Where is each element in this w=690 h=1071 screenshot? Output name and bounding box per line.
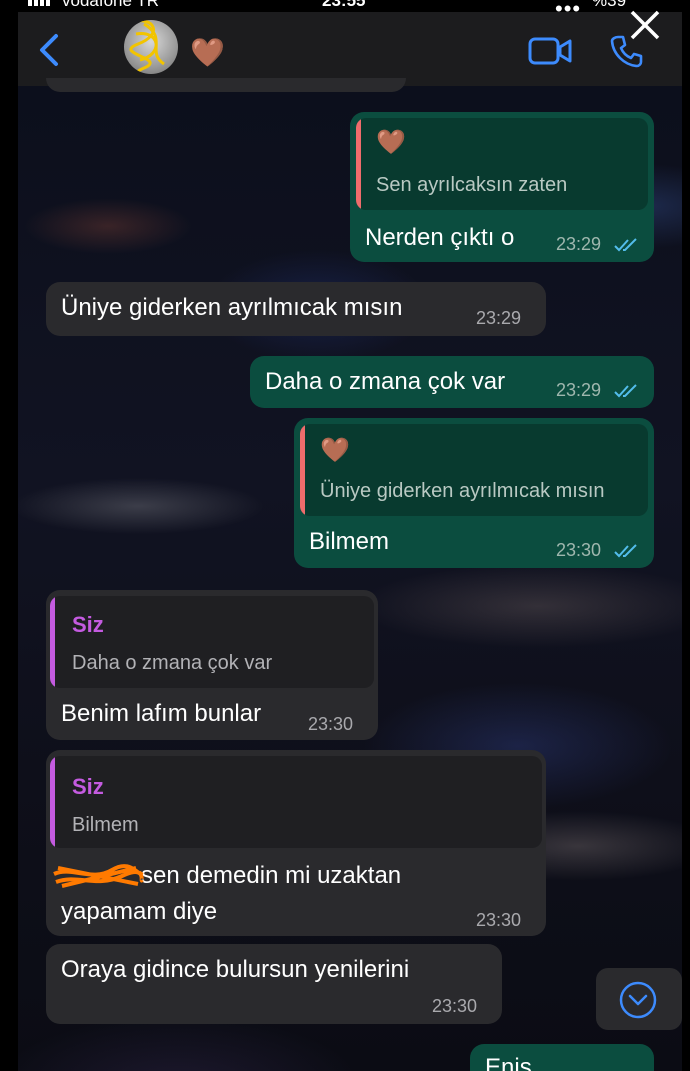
message-bubble-partial: [46, 78, 406, 92]
message-time: 23:30: [476, 910, 522, 930]
read-receipt-icon: [614, 238, 637, 252]
quote-bar: [300, 424, 305, 516]
message-bubble-incoming[interactable]: Siz Daha o zmana çok var Benim lafım bun…: [46, 590, 378, 740]
chat-header: 🤎: [18, 12, 682, 86]
message-time: 23:30: [556, 540, 602, 560]
battery-percent: %39: [592, 0, 627, 10]
scroll-to-bottom-button[interactable]: [596, 968, 682, 1030]
message-text-line: sen demedin mi uzaktan: [141, 862, 402, 889]
screen-edge: [682, 0, 690, 1071]
message-text: Daha o zmana çok var: [265, 368, 506, 395]
message-bubble-incoming[interactable]: Siz Bilmem sen demedin mi uzaktan yapama…: [46, 750, 546, 936]
message-time: 23:29: [556, 380, 602, 400]
status-bar: vodafone TR 23:55 ••• %39: [0, 0, 690, 21]
contact-name[interactable]: 🤎: [190, 36, 225, 69]
quoted-message[interactable]: Siz Daha o zmana çok var: [50, 596, 374, 688]
screen-edge: [0, 0, 18, 1071]
contact-avatar[interactable]: [124, 20, 178, 74]
quote-text: Daha o zmana çok var: [72, 652, 273, 674]
redacted-name-scribble: [53, 864, 144, 888]
message-bubble-outgoing[interactable]: 🤎 Üniye giderken ayrılmıcak mısın Bilmem…: [294, 418, 654, 568]
message-text: Enis: [485, 1054, 532, 1071]
close-button[interactable]: [624, 4, 664, 49]
message-bubble-incoming[interactable]: Üniye giderken ayrılmıcak mısın 23:29: [46, 282, 546, 336]
message-time: 23:29: [476, 308, 522, 328]
quote-text: Sen ayrılcaksın zaten: [376, 174, 568, 196]
quoted-message[interactable]: 🤎 Üniye giderken ayrılmıcak mısın: [300, 424, 648, 516]
video-camera-icon: [528, 37, 572, 65]
read-receipt-icon: [614, 384, 637, 398]
message-text: Üniye giderken ayrılmıcak mısın: [61, 294, 403, 321]
quote-author: Siz: [72, 774, 104, 799]
quote-text: Bilmem: [72, 814, 139, 836]
close-icon: [630, 10, 660, 40]
quoted-message[interactable]: 🤎 Sen ayrılcaksın zaten: [356, 118, 648, 210]
message-text: Nerden çıktı o: [365, 224, 515, 251]
chevron-left-icon: [40, 34, 58, 66]
message-text-line: yapamam diye: [61, 898, 218, 925]
message-text: Bilmem: [309, 528, 390, 555]
quote-author-emoji: 🤎: [320, 437, 350, 464]
quote-bar: [50, 596, 55, 688]
message-time: 23:30: [308, 714, 354, 734]
message-time: 23:30: [432, 996, 478, 1016]
message-bubble-incoming[interactable]: Oraya gidince bulursun yenilerini 23:30: [46, 944, 502, 1024]
quote-bar: [50, 756, 55, 848]
message-bubble-outgoing[interactable]: Enis: [470, 1044, 654, 1071]
carrier-name: vodafone TR: [62, 0, 160, 10]
back-button[interactable]: [38, 32, 60, 73]
signal-icon: [28, 0, 54, 11]
chevron-down-circle-icon: [619, 981, 657, 1019]
video-call-button[interactable]: [528, 36, 572, 71]
message-time: 23:29: [556, 234, 602, 254]
message-bubble-outgoing[interactable]: Daha o zmana çok var 23:29: [250, 356, 654, 408]
status-time: 23:55: [322, 0, 366, 10]
message-bubble-outgoing[interactable]: 🤎 Sen ayrılcaksın zaten Nerden çıktı o 2…: [350, 112, 654, 262]
quote-author: Siz: [72, 612, 104, 637]
message-text: Oraya gidince bulursun yenilerini: [61, 956, 410, 983]
read-receipt-icon: [614, 544, 637, 558]
quote-bar: [356, 118, 361, 210]
scribble-redaction-icon: [129, 20, 165, 74]
quoted-message[interactable]: Siz Bilmem: [50, 756, 542, 848]
quote-author-emoji: 🤎: [376, 129, 406, 156]
message-text: Benim lafım bunlar: [61, 700, 262, 727]
quote-text: Üniye giderken ayrılmıcak mısın: [320, 480, 605, 502]
